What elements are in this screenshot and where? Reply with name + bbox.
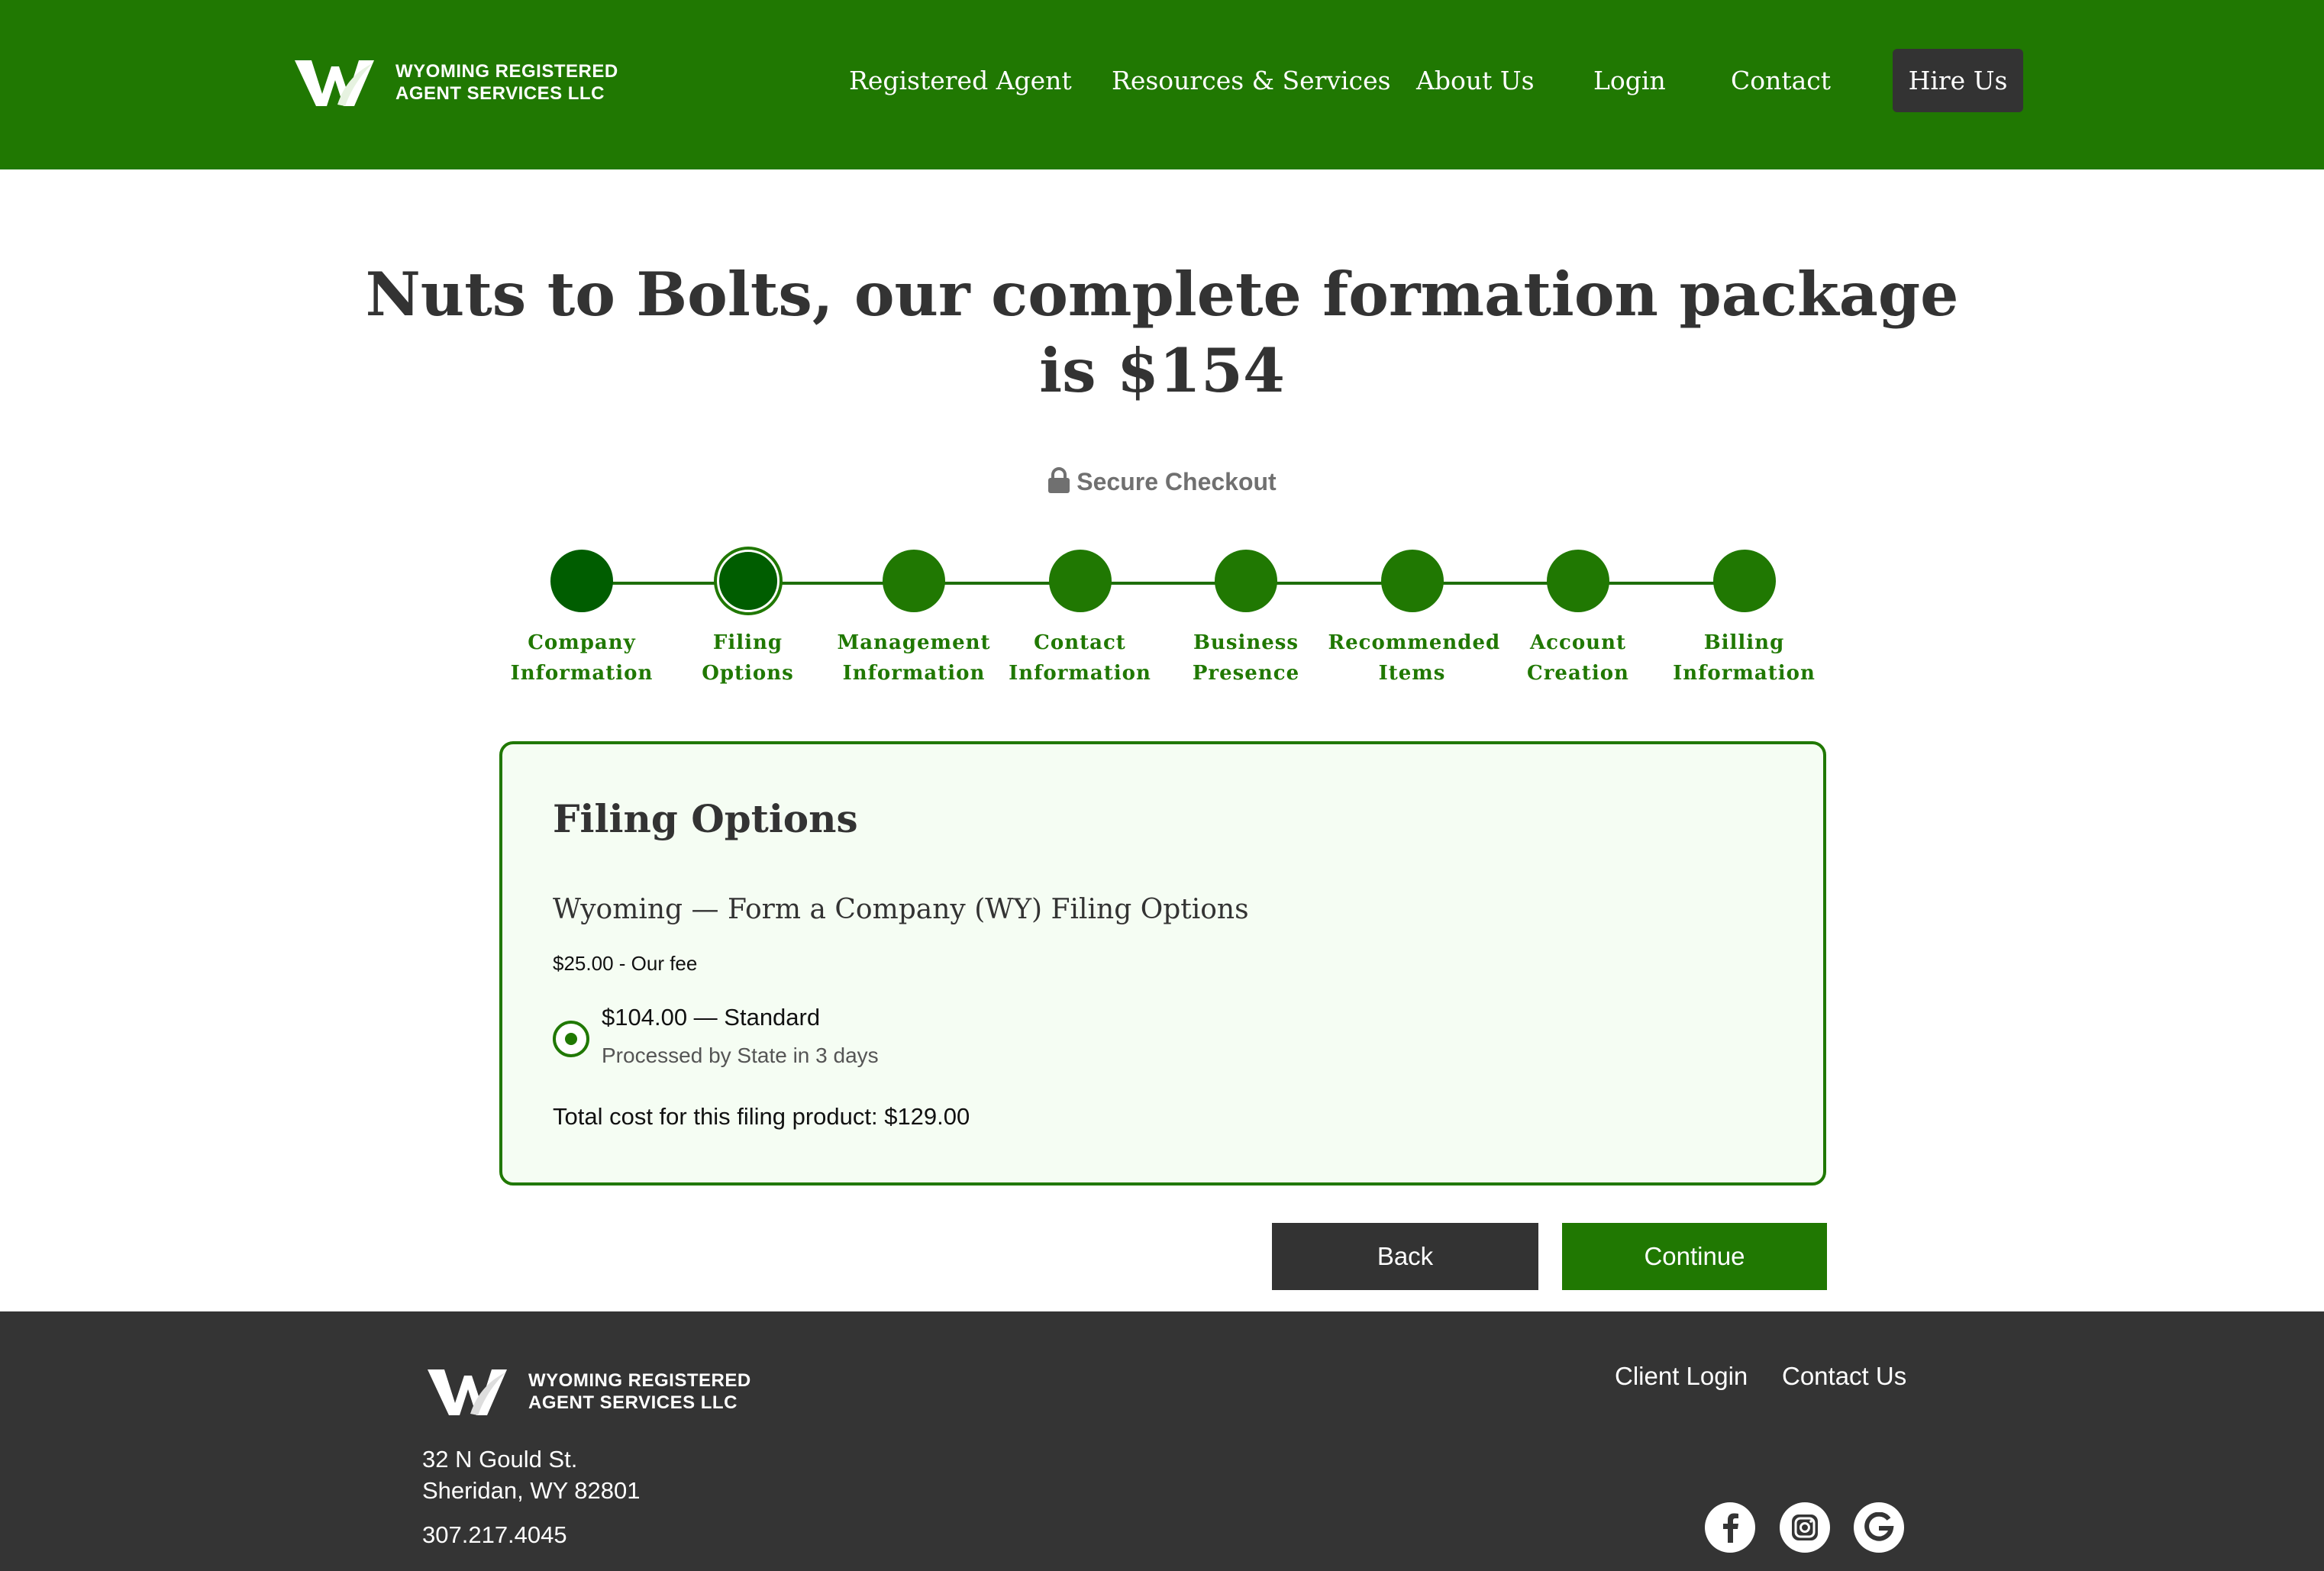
step-label-line-1: Filing bbox=[712, 631, 783, 654]
nav-contact[interactable]: Contact bbox=[1731, 49, 1831, 113]
total-cost-text: Total cost for this filing product: $129… bbox=[553, 1103, 970, 1130]
site-footer: WYOMING REGISTERED AGENT SERVICES LLC Cl… bbox=[0, 1311, 2324, 1571]
hire-us-button[interactable]: Hire Us bbox=[1893, 49, 2023, 112]
step-dot[interactable] bbox=[1712, 550, 1776, 612]
address-line-1: 32 N Gould St. bbox=[422, 1446, 578, 1473]
secure-checkout: Secure Checkout bbox=[0, 467, 2324, 496]
step-dot[interactable] bbox=[550, 550, 613, 612]
lock-icon bbox=[1048, 467, 1070, 493]
step-7[interactable]: Account Creation bbox=[1494, 550, 1662, 689]
nav-resources-services[interactable]: Resources & Services bbox=[1112, 49, 1391, 113]
nav-registered-agent[interactable]: Registered Agent bbox=[849, 49, 1072, 113]
step-label: Company Information bbox=[498, 627, 666, 689]
step-3[interactable]: Management Information bbox=[830, 550, 998, 689]
back-button[interactable]: Back bbox=[1272, 1223, 1538, 1290]
standard-option-note: Processed by State in 3 days bbox=[602, 1044, 879, 1067]
phone-number[interactable]: 307.217.4045 bbox=[422, 1521, 567, 1549]
secure-checkout-label: Secure Checkout bbox=[1076, 468, 1277, 495]
card-title: Filing Options bbox=[553, 796, 858, 841]
page-title-line-2: is $154 bbox=[1039, 335, 1285, 406]
filing-options-card: Filing Options Wyoming — Form a Company … bbox=[499, 741, 1826, 1186]
step-4[interactable]: Contact Information bbox=[996, 550, 1164, 689]
step-label-line-2: Information bbox=[1673, 662, 1816, 685]
step-label-line-2: Options bbox=[702, 662, 794, 685]
logo-mark-icon bbox=[428, 1369, 507, 1415]
filing-options-subtitle: Wyoming — Form a Company (WY) Filing Opt… bbox=[553, 894, 1249, 925]
google-icon[interactable] bbox=[1854, 1502, 1904, 1553]
footer-logo-line-2: AGENT SERVICES LLC bbox=[528, 1392, 738, 1413]
step-label-line-1: Business bbox=[1193, 631, 1299, 654]
step-label-line-1: Recommended bbox=[1328, 631, 1501, 654]
footer-contact-us[interactable]: Contact Us bbox=[1782, 1362, 1906, 1391]
step-label: Contact Information bbox=[996, 627, 1164, 689]
footer-client-login[interactable]: Client Login bbox=[1615, 1362, 1748, 1391]
step-dot[interactable] bbox=[716, 550, 780, 612]
step-label-line-2: Presence bbox=[1192, 662, 1300, 685]
step-6[interactable]: Recommended Items bbox=[1328, 550, 1501, 689]
step-label-line-1: Contact bbox=[1034, 631, 1126, 654]
standard-option-radio[interactable] bbox=[553, 1021, 589, 1057]
step-label-line-2: Information bbox=[1009, 662, 1151, 685]
step-8[interactable]: Billing Information bbox=[1661, 550, 1829, 689]
step-label: Billing Information bbox=[1661, 627, 1829, 689]
step-dot[interactable] bbox=[1547, 550, 1609, 612]
instagram-icon[interactable] bbox=[1780, 1502, 1830, 1553]
footer-logo-line-1: WYOMING REGISTERED bbox=[528, 1370, 751, 1391]
step-5[interactable]: Business Presence bbox=[1162, 550, 1330, 689]
step-label-line-1: Company bbox=[528, 631, 636, 654]
step-2[interactable]: Filing Options bbox=[664, 550, 832, 689]
step-label-line-1: Billing bbox=[1703, 631, 1785, 654]
step-label: Filing Options bbox=[664, 627, 832, 689]
step-label-line-2: Creation bbox=[1527, 662, 1629, 685]
step-label-line-2: Information bbox=[842, 662, 986, 685]
step-dot[interactable] bbox=[1048, 550, 1112, 612]
continue-button[interactable]: Continue bbox=[1562, 1223, 1827, 1290]
step-label-line-2: Items bbox=[1378, 662, 1446, 685]
page-title-line-1: Nuts to Bolts, our complete formation pa… bbox=[365, 259, 1959, 330]
step-label: Management Information bbox=[830, 627, 998, 689]
standard-option-label[interactable]: $104.00 — Standard bbox=[602, 1004, 820, 1031]
step-dot[interactable] bbox=[1215, 550, 1277, 612]
checkout-stepper: Company Information Filing Options Managemen… bbox=[0, 550, 2324, 687]
step-dot[interactable] bbox=[1380, 550, 1444, 612]
step-label-line-1: Management bbox=[837, 631, 991, 654]
site-header: WYOMING REGISTERED AGENT SERVICES LLC Re… bbox=[0, 0, 2324, 169]
footer-logo[interactable]: WYOMING REGISTERED AGENT SERVICES LLC bbox=[426, 1365, 751, 1418]
step-dot[interactable] bbox=[883, 550, 945, 612]
step-label-line-2: Information bbox=[510, 662, 654, 685]
step-1[interactable]: Company Information bbox=[498, 550, 666, 689]
facebook-icon[interactable] bbox=[1705, 1502, 1755, 1553]
step-label: Account Creation bbox=[1494, 627, 1662, 689]
step-label: Business Presence bbox=[1162, 627, 1330, 689]
nav-login[interactable]: Login bbox=[1593, 49, 1666, 113]
page-title: Nuts to Bolts, our complete formation pa… bbox=[0, 256, 2324, 409]
nav-about-us[interactable]: About Us bbox=[1416, 49, 1535, 113]
step-label: Recommended Items bbox=[1328, 627, 1501, 689]
our-fee-text: $25.00 - Our fee bbox=[553, 952, 698, 975]
address-line-2: Sheridan, WY 82801 bbox=[422, 1477, 641, 1504]
step-label-line-1: Account bbox=[1530, 631, 1626, 654]
